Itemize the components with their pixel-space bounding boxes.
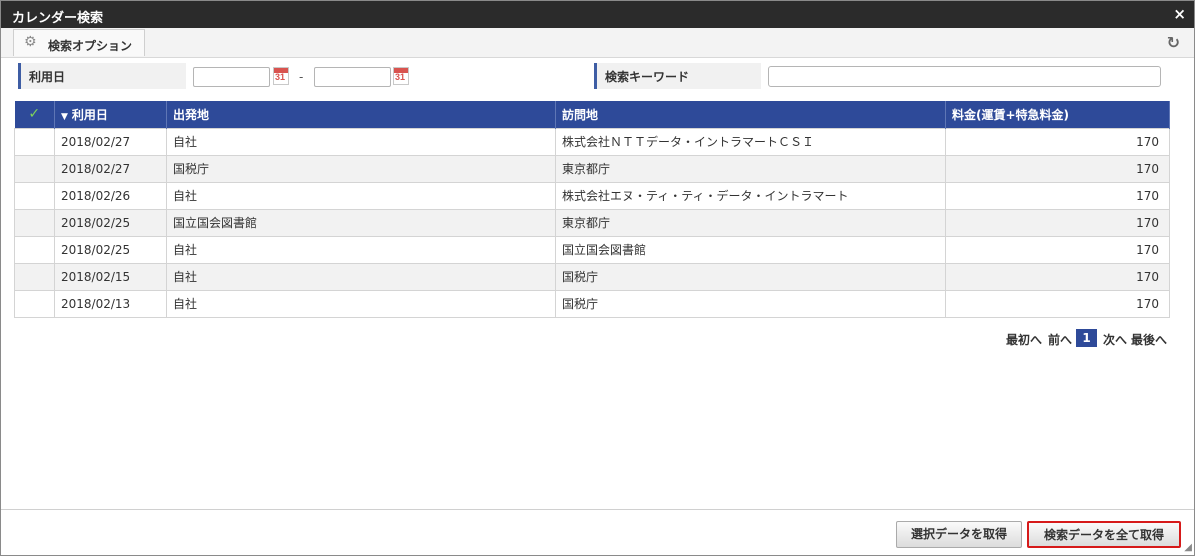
search-options-label: 検索オプション [48,39,133,53]
cell-date: 2018/02/25 [54,208,167,237]
select-all-check-icon[interactable]: ✓ [14,101,55,128]
row-checkbox[interactable] [14,289,55,318]
table-row[interactable]: 2018/02/27 自社 株式会社ＮＴＴデータ・イントラマートＣＳＩ 170 [14,127,1170,156]
cell-fare: 170 [945,235,1170,264]
cell-fare: 170 [945,208,1170,237]
cell-destination: 東京都庁 [555,154,946,183]
table-header-row: ✓ ▼ 利用日 出発地 訪問地 料金(運賃+特急料金) [14,101,1170,128]
cell-destination: 国税庁 [555,262,946,291]
calendar-icon[interactable]: 31 [273,67,289,85]
row-checkbox[interactable] [14,235,55,264]
row-checkbox[interactable] [14,181,55,210]
date-range-separator: - [299,70,304,84]
pager-first-link[interactable]: 最初へ [1006,331,1042,348]
cell-fare: 170 [945,181,1170,210]
pager-current-page: 1 [1076,329,1097,347]
column-header-departure[interactable]: 出発地 [166,101,556,128]
row-checkbox[interactable] [14,262,55,291]
cell-date: 2018/02/27 [54,127,167,156]
column-header-fare[interactable]: 料金(運賃+特急料金) [945,101,1170,128]
row-checkbox[interactable] [14,127,55,156]
pager-last-link[interactable]: 最後へ [1131,331,1167,348]
search-options-tab[interactable]: ⚙ 検索オプション [13,29,145,56]
table-row[interactable]: 2018/02/15 自社 国税庁 170 [14,262,1170,291]
cell-departure: 自社 [166,262,556,291]
cell-destination: 株式会社エヌ・ティ・ティ・データ・イントラマート [555,181,946,210]
cell-date: 2018/02/25 [54,235,167,264]
cell-fare: 170 [945,127,1170,156]
results-table: ✓ ▼ 利用日 出発地 訪問地 料金(運賃+特急料金) 2018/02/27 自社… [14,101,1170,318]
cell-destination: 東京都庁 [555,208,946,237]
cell-date: 2018/02/26 [54,181,167,210]
calendar-search-dialog: カレンダー検索 × ⚙ 検索オプション ↻ 利用日 31 - 31 検索キーワー… [0,0,1195,556]
cell-departure: 自社 [166,181,556,210]
cell-destination: 国立国会図書館 [555,235,946,264]
date-condition-label: 利用日 [18,63,186,89]
close-icon[interactable]: × [1173,5,1186,23]
resize-grip-icon[interactable]: ◢ [1184,542,1192,553]
cell-departure: 自社 [166,235,556,264]
gear-icon: ⚙ [24,34,37,50]
cell-fare: 170 [945,262,1170,291]
refresh-icon[interactable]: ↻ [1167,33,1180,52]
date-from-input[interactable] [193,67,270,87]
table-row[interactable]: 2018/02/25 自社 国立国会図書館 170 [14,235,1170,264]
dialog-titlebar: カレンダー検索 × [1,1,1194,28]
dialog-footer: 選択データを取得 検索データを全て取得 ◢ [1,509,1194,555]
cell-fare: 170 [945,289,1170,318]
keyword-input[interactable] [768,66,1161,87]
cell-departure: 国税庁 [166,154,556,183]
cell-departure: 自社 [166,127,556,156]
cell-date: 2018/02/15 [54,262,167,291]
cell-destination: 株式会社ＮＴＴデータ・イントラマートＣＳＩ [555,127,946,156]
calendar-icon[interactable]: 31 [393,67,409,85]
cell-departure: 自社 [166,289,556,318]
pager-prev-link[interactable]: 前へ [1048,331,1072,348]
get-selected-data-button[interactable]: 選択データを取得 [896,521,1022,548]
row-checkbox[interactable] [14,208,55,237]
cell-destination: 国税庁 [555,289,946,318]
column-header-date[interactable]: ▼ 利用日 [54,101,167,128]
table-row[interactable]: 2018/02/26 自社 株式会社エヌ・ティ・ティ・データ・イントラマート 1… [14,181,1170,210]
table-row[interactable]: 2018/02/25 国立国会図書館 東京都庁 170 [14,208,1170,237]
cell-fare: 170 [945,154,1170,183]
keyword-condition-label: 検索キーワード [594,63,761,89]
date-to-input[interactable] [314,67,391,87]
table-row[interactable]: 2018/02/27 国税庁 東京都庁 170 [14,154,1170,183]
row-checkbox[interactable] [14,154,55,183]
cell-date: 2018/02/27 [54,154,167,183]
get-all-search-data-button[interactable]: 検索データを全て取得 [1027,521,1181,548]
table-row[interactable]: 2018/02/13 自社 国税庁 170 [14,289,1170,318]
dialog-title: カレンダー検索 [12,11,104,26]
search-toolbar: ⚙ 検索オプション ↻ [1,28,1194,58]
cell-date: 2018/02/13 [54,289,167,318]
sort-desc-icon: ▼ [61,111,68,122]
cell-departure: 国立国会図書館 [166,208,556,237]
pagination: 最初へ 前へ 1 次へ 最後へ [1006,329,1167,348]
pager-next-link[interactable]: 次へ [1103,331,1127,348]
column-header-destination[interactable]: 訪問地 [555,101,946,128]
